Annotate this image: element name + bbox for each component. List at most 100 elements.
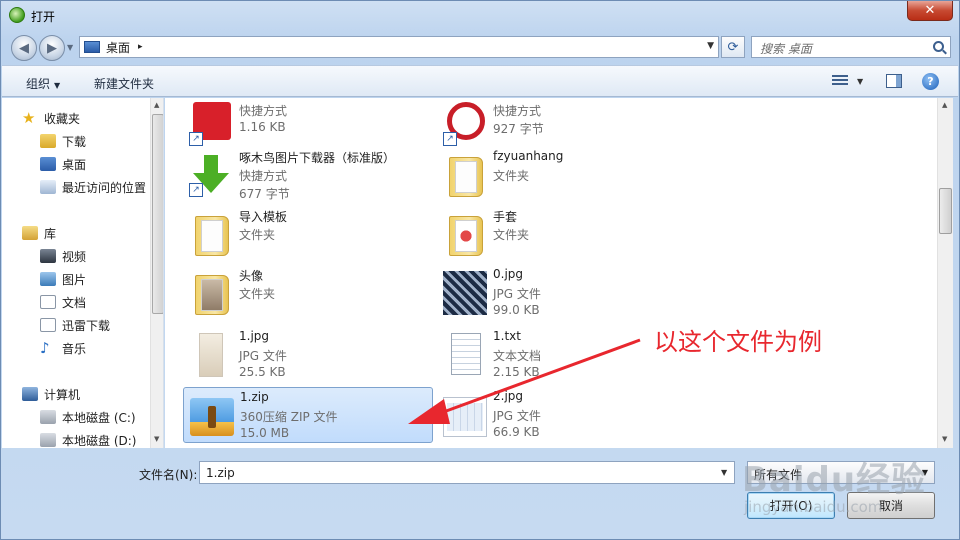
- search-input[interactable]: 搜索 桌面: [751, 36, 951, 58]
- list-item[interactable]: ↗ 快捷方式 1.16 KB: [183, 98, 433, 152]
- forward-button[interactable]: ▶: [39, 35, 65, 61]
- folder-icon: [187, 269, 235, 317]
- file-name: 啄木鸟图片下载器（标准版）: [239, 151, 396, 165]
- annotation-text: 以这个文件为例: [654, 328, 822, 356]
- history-dropdown-icon[interactable]: ▼: [67, 43, 73, 52]
- sidebar-item-library[interactable]: 库: [22, 224, 56, 242]
- zip-archive-icon: [188, 392, 236, 440]
- sidebar-label: 最近访问的位置: [62, 180, 147, 195]
- file-size: 677 字节: [239, 187, 290, 201]
- shortcut-arrow-icon: ↗: [443, 132, 457, 146]
- list-item[interactable]: 0.jpg JPG 文件 99.0 KB: [437, 265, 687, 321]
- list-item[interactable]: 1.txt 文本文档 2.15 KB: [437, 327, 687, 383]
- watermark-sub: jingyan.baidu.com: [744, 498, 883, 516]
- baidu-watermark: Baidu经验 jingyan.baidu.com: [742, 438, 952, 524]
- sidebar-item-documents[interactable]: 文档: [40, 293, 86, 311]
- file-size: 15.0 MB: [240, 426, 290, 440]
- file-list-scrollbar[interactable]: ▲ ▼: [937, 98, 953, 448]
- browser-app-icon: [9, 7, 25, 23]
- sidebar-scroll-thumb[interactable]: [152, 114, 163, 314]
- list-item[interactable]: 1.jpg JPG 文件 25.5 KB: [183, 327, 433, 383]
- sidebar-label: 本地磁盘 (D:): [62, 433, 137, 448]
- library-icon: [22, 226, 38, 240]
- drive-icon: [40, 433, 56, 447]
- address-bar[interactable]: 桌面 ▸ ▼: [79, 36, 719, 58]
- sidebar-item-videos[interactable]: 视频: [40, 247, 86, 265]
- address-dropdown-icon[interactable]: ▼: [707, 41, 714, 51]
- help-icon[interactable]: ?: [922, 73, 939, 90]
- sidebar-item-favorites[interactable]: ★ 收藏夹: [22, 109, 80, 127]
- sidebar-item-disk-c[interactable]: 本地磁盘 (C:): [40, 408, 136, 426]
- list-item[interactable]: 导入模板 文件夹: [183, 206, 433, 262]
- file-name: 1.txt: [493, 329, 521, 343]
- file-size: 2.15 KB: [493, 365, 540, 379]
- sidebar-item-pictures[interactable]: 图片: [40, 270, 86, 288]
- sidebar-item-disk-d[interactable]: 本地磁盘 (D:): [40, 431, 136, 448]
- list-item[interactable]: ↗ 啄木鸟图片下载器（标准版） 快捷方式 677 字节: [183, 147, 433, 203]
- sidebar-item-desktop[interactable]: 桌面: [40, 155, 86, 173]
- sidebar-label: 音乐: [62, 341, 87, 356]
- file-name: 导入模板: [239, 210, 288, 224]
- sidebar-label: 桌面: [62, 157, 87, 172]
- folder-icon: [441, 210, 489, 258]
- address-location[interactable]: 桌面: [106, 39, 130, 56]
- filename-field[interactable]: 1.zip: [199, 461, 735, 484]
- view-options-icon[interactable]: [832, 75, 848, 89]
- filename-dropdown-icon[interactable]: ▼: [721, 468, 727, 477]
- sidebar-label: 下载: [62, 134, 87, 149]
- scroll-up-icon[interactable]: ▲: [154, 101, 159, 109]
- file-type: 文件夹: [493, 169, 530, 183]
- list-item[interactable]: ↗ 快捷方式 927 字节: [437, 98, 687, 152]
- file-type: 文件夹: [493, 228, 530, 242]
- sidebar-item-computer[interactable]: 计算机: [22, 385, 80, 403]
- file-type: 快捷方式: [493, 104, 542, 118]
- list-item[interactable]: fzyuanhang 文件夹: [437, 147, 687, 203]
- sidebar-label: 本地磁盘 (C:): [62, 410, 136, 425]
- recent-places-icon: [40, 180, 56, 194]
- search-icon[interactable]: [933, 41, 944, 52]
- sidebar-item-music[interactable]: ♪ 音乐: [40, 339, 86, 357]
- list-item[interactable]: 手套 文件夹: [437, 206, 687, 262]
- arrow-left-icon: ◀: [19, 40, 29, 56]
- title-bar: 打开 ✕: [1, 1, 959, 29]
- list-item[interactable]: 头像 文件夹: [183, 265, 433, 321]
- desktop-icon: [84, 41, 100, 53]
- preview-pane-icon[interactable]: [886, 74, 902, 88]
- documents-icon: [40, 295, 56, 309]
- view-dropdown-icon[interactable]: ▼: [857, 77, 863, 86]
- sidebar-item-xunlei[interactable]: 迅雷下载: [40, 316, 110, 334]
- list-item[interactable]: 2.jpg JPG 文件 66.9 KB: [437, 387, 687, 443]
- sidebar-scrollbar[interactable]: ▲ ▼: [150, 98, 163, 448]
- file-type: JPG 文件: [493, 409, 541, 423]
- pictures-icon: [40, 272, 56, 286]
- close-button[interactable]: ✕: [907, 1, 953, 21]
- back-button[interactable]: ◀: [11, 35, 37, 61]
- file-name: 1.jpg: [239, 329, 270, 343]
- download-folder-icon: [40, 134, 56, 148]
- refresh-icon: ⟳: [727, 39, 739, 55]
- app-shortcut-icon: ↗: [441, 100, 489, 148]
- sidebar-item-recent[interactable]: 最近访问的位置: [40, 178, 146, 196]
- music-note-icon: ♪: [40, 339, 50, 357]
- watermark-main: Baidu经验: [742, 460, 927, 500]
- xunlei-folder-icon: [40, 318, 56, 332]
- organize-button[interactable]: 组织 ▼: [26, 75, 60, 92]
- app-shortcut-icon: ↗: [187, 100, 235, 148]
- scroll-up-icon[interactable]: ▲: [942, 101, 947, 109]
- file-name: 2.jpg: [493, 389, 524, 403]
- sidebar-item-downloads[interactable]: 下载: [40, 132, 86, 150]
- sidebar-label: 文档: [62, 295, 87, 310]
- refresh-button[interactable]: ⟳: [721, 36, 745, 58]
- scroll-down-icon[interactable]: ▼: [154, 435, 159, 443]
- sidebar-label: 收藏夹: [44, 111, 81, 126]
- folder-icon: [187, 210, 235, 258]
- image-thumbnail-icon: [441, 391, 489, 439]
- file-size: 99.0 KB: [493, 303, 540, 317]
- new-folder-button[interactable]: 新建文件夹: [94, 75, 154, 92]
- file-type: JPG 文件: [239, 349, 287, 363]
- file-list-scroll-thumb[interactable]: [939, 188, 952, 234]
- search-placeholder: 搜索 桌面: [760, 42, 812, 56]
- breadcrumb-chevron-icon[interactable]: ▸: [138, 42, 143, 52]
- file-size: 927 字节: [493, 122, 544, 136]
- list-item-selected[interactable]: 1.zip 360压缩 ZIP 文件 15.0 MB: [183, 387, 433, 443]
